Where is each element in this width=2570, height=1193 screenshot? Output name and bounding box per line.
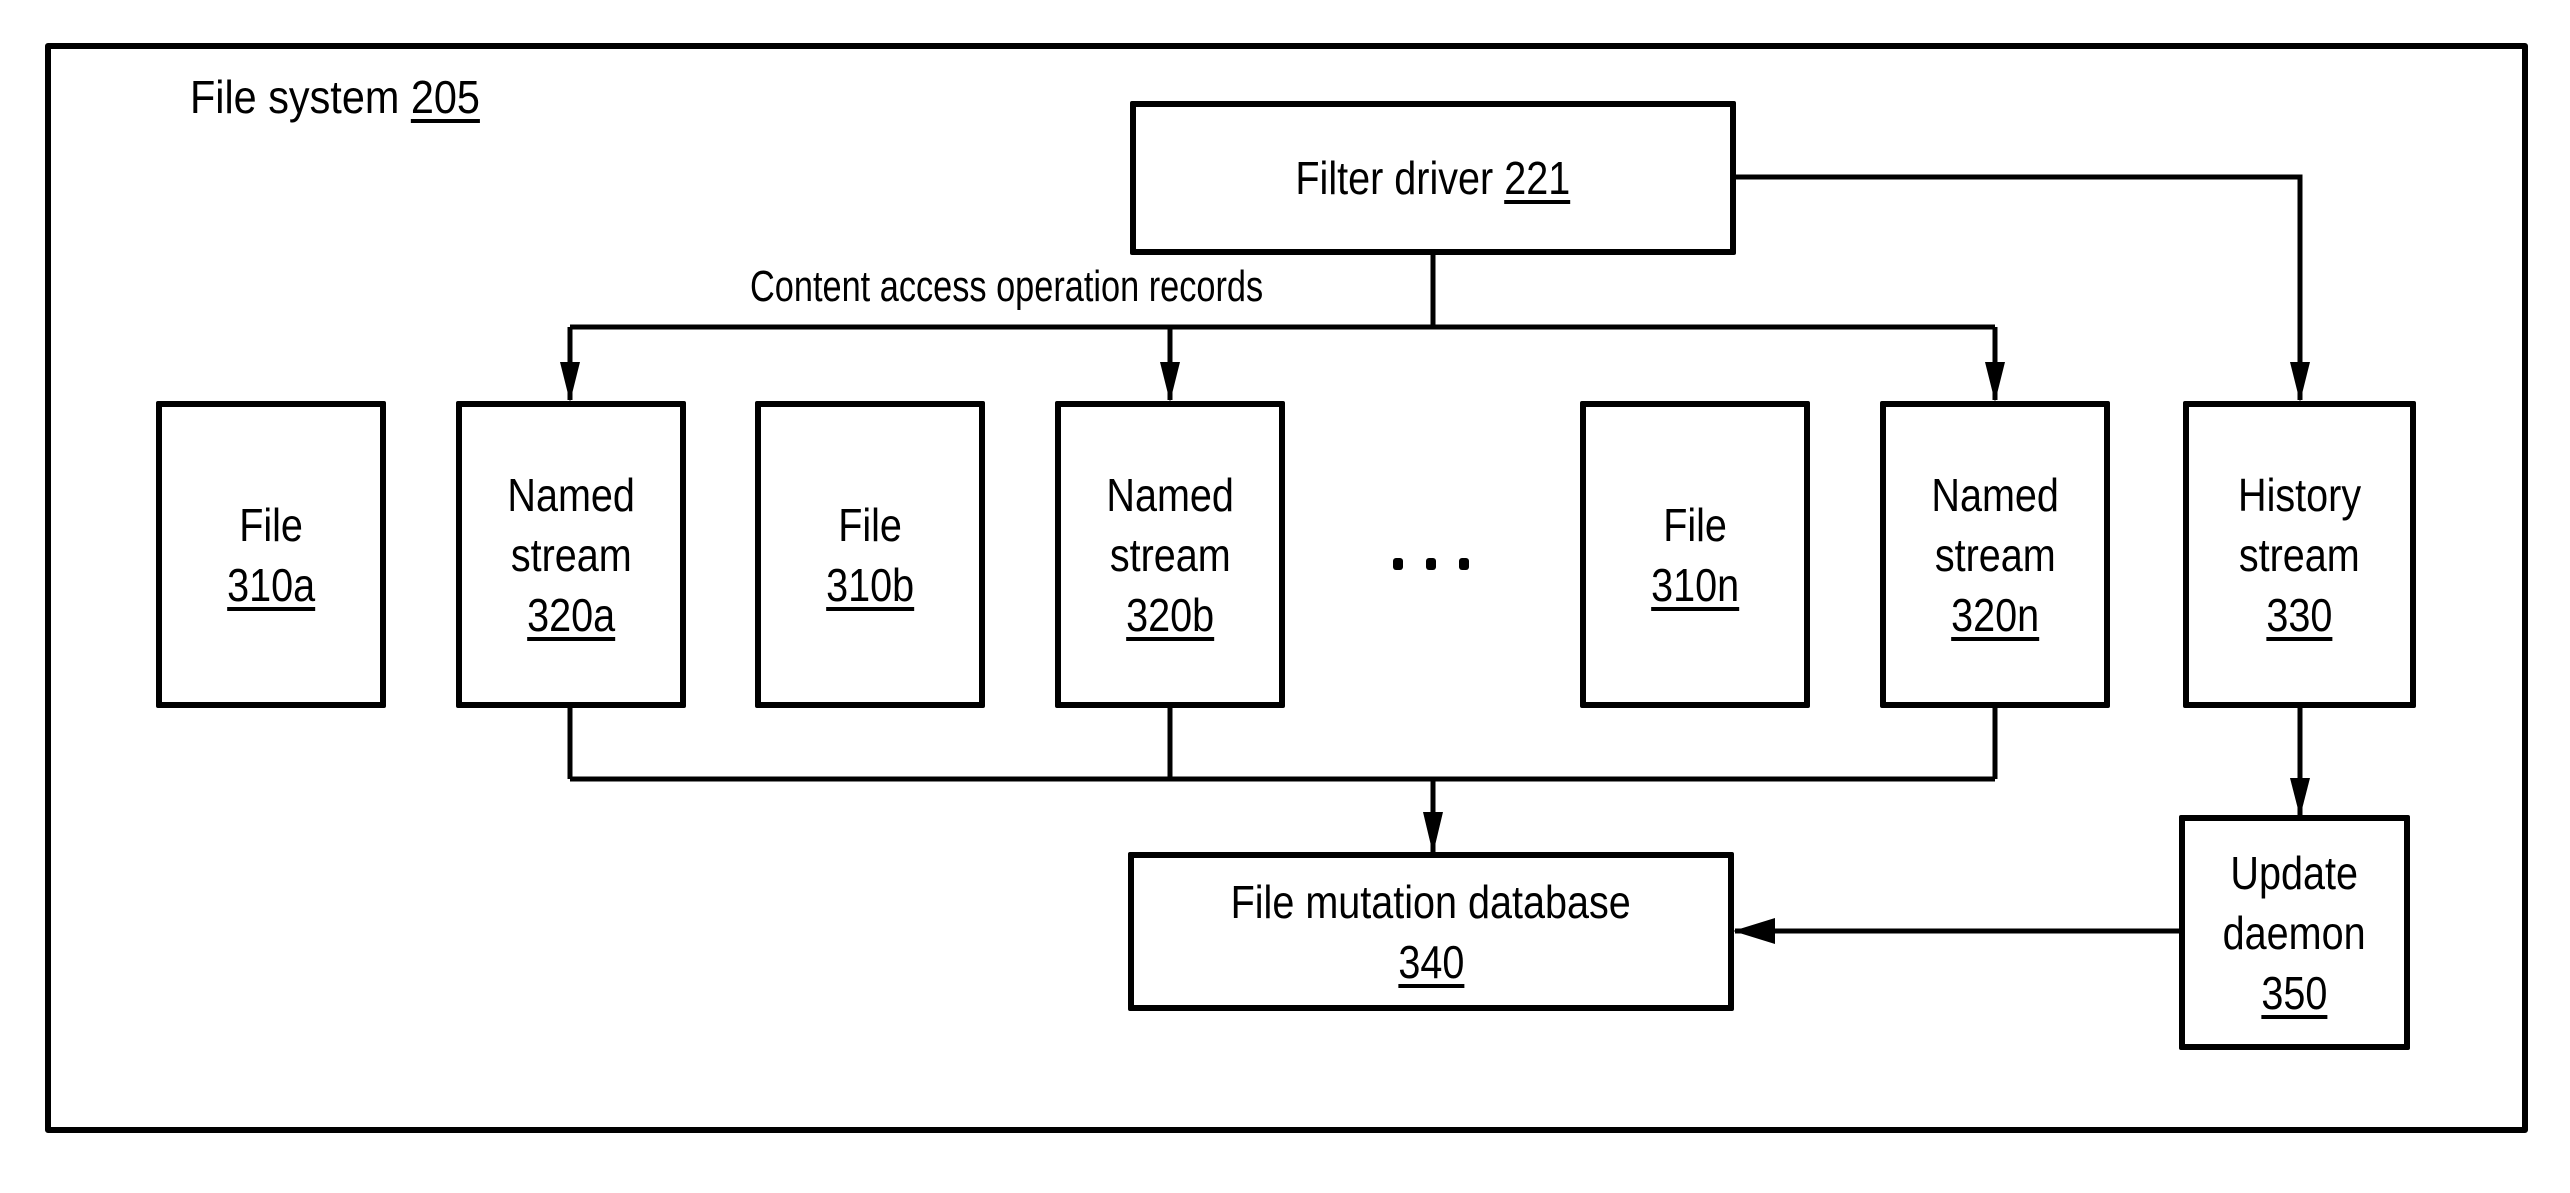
named-stream-ref: 320b bbox=[1125, 588, 1215, 641]
file-label: File bbox=[239, 498, 303, 551]
named-stream-ref: 320n bbox=[1950, 588, 2040, 641]
file-mutation-database-box[interactable]: File mutation database 340 bbox=[1128, 852, 1734, 1011]
named-label: Named bbox=[1106, 468, 1234, 521]
stream-label: stream bbox=[1934, 528, 2056, 581]
arrowhead-daemon bbox=[2290, 778, 2310, 817]
filter-driver-label: Filter driver bbox=[1295, 152, 1494, 204]
filter-driver-ref: 221 bbox=[1504, 152, 1571, 204]
file-310a-box[interactable]: File 310a bbox=[156, 401, 386, 708]
content-access-records-label: Content access operation records bbox=[750, 262, 1264, 311]
file-ref: 310a bbox=[226, 558, 316, 611]
file-ref: 310b bbox=[825, 558, 915, 611]
filter-driver-box[interactable]: Filter driver 221 bbox=[1130, 101, 1736, 255]
mutation-db-label: File mutation database bbox=[1230, 875, 1632, 928]
arrowhead-330 bbox=[2290, 362, 2310, 402]
update-daemon-box[interactable]: Update daemon 350 bbox=[2179, 815, 2410, 1050]
stream-label: stream bbox=[1109, 528, 1231, 581]
arrowhead-320n bbox=[1985, 362, 2005, 402]
update-daemon-ref: 350 bbox=[2261, 966, 2328, 1019]
ellipsis-dot bbox=[1426, 558, 1436, 570]
file-310b-box[interactable]: File 310b bbox=[755, 401, 985, 708]
history-stream-ref: 330 bbox=[2266, 588, 2333, 641]
filter-driver-text: Filter driver 221 bbox=[1296, 148, 1571, 208]
update-label: Update bbox=[2230, 846, 2359, 899]
named-stream-320n-box[interactable]: Named stream 320n bbox=[1880, 401, 2110, 708]
stream-label: stream bbox=[510, 528, 632, 581]
arrowhead-daemon-db bbox=[1733, 918, 1775, 944]
file-label: File bbox=[838, 498, 902, 551]
named-label: Named bbox=[1931, 468, 2059, 521]
daemon-label: daemon bbox=[2223, 906, 2366, 959]
arrowhead-320a bbox=[560, 362, 580, 402]
named-stream-320a-box[interactable]: Named stream 320a bbox=[456, 401, 686, 708]
named-stream-320b-box[interactable]: Named stream 320b bbox=[1055, 401, 1285, 708]
file-label: File bbox=[1663, 498, 1727, 551]
arrowhead-db bbox=[1423, 812, 1443, 854]
file-ref: 310n bbox=[1650, 558, 1740, 611]
mutation-db-ref: 340 bbox=[1397, 935, 1465, 988]
named-label: Named bbox=[507, 468, 635, 521]
ellipsis-dot bbox=[1459, 558, 1469, 570]
ellipsis-dot bbox=[1393, 558, 1403, 570]
stream-label: stream bbox=[2239, 528, 2360, 581]
file-310n-box[interactable]: File 310n bbox=[1580, 401, 1810, 708]
arrowhead-320b bbox=[1160, 362, 1180, 402]
arrow-to-history-330 bbox=[1733, 174, 2303, 400]
named-stream-ref: 320a bbox=[526, 588, 616, 641]
history-stream-330-box[interactable]: History stream 330 bbox=[2183, 401, 2416, 708]
history-label: History bbox=[2237, 468, 2362, 521]
